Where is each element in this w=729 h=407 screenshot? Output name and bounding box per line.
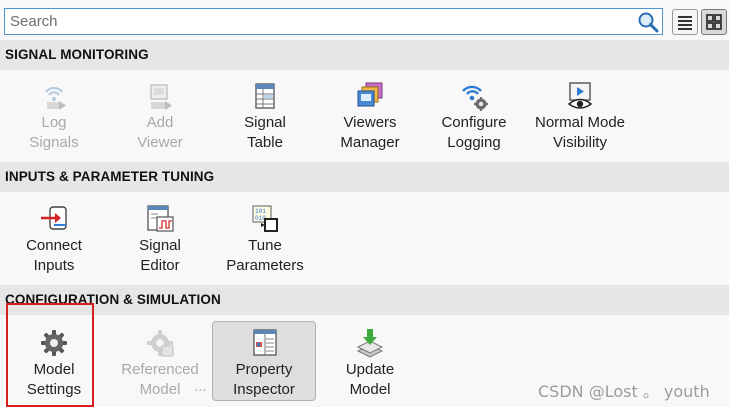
signal-table-icon (255, 83, 275, 109)
grid-view-icon (706, 14, 722, 30)
referenced-model-button[interactable]: Referenced Model (108, 327, 212, 407)
section-header-inputs-parameter-tuning: INPUTS & PARAMETER TUNING (0, 162, 729, 192)
more-indicator: ... (194, 378, 207, 395)
update-model-icon (356, 329, 384, 358)
viewers-manager-button[interactable]: Viewers Manager (318, 80, 422, 164)
signal-editor-icon (147, 205, 174, 232)
grid-view-button[interactable] (701, 9, 727, 35)
add-viewer-button[interactable]: Add Viewer (108, 80, 212, 164)
property-inspector-icon (253, 329, 277, 356)
normal-mode-visibility-button[interactable]: Normal Mode Visibility (528, 80, 632, 164)
configure-logging-button[interactable]: Configure Logging (422, 80, 526, 164)
update-model-label: Update Model (345, 361, 395, 398)
section-header-configuration-simulation: CONFIGURATION & SIMULATION (0, 285, 729, 315)
list-view-icon (678, 16, 692, 30)
viewers-manager-icon (357, 82, 383, 107)
log-signals-button[interactable]: Log Signals (2, 80, 106, 164)
top-bar (0, 0, 729, 42)
log-signals-icon (45, 86, 66, 110)
list-view-button[interactable] (672, 9, 698, 35)
referenced-model-icon (147, 330, 174, 357)
connect-inputs-button[interactable]: Connect Inputs (2, 203, 106, 287)
tune-parameters-button[interactable]: 101 010 Tune Parameters (213, 203, 317, 287)
update-model-button[interactable]: Update Model (318, 327, 422, 407)
search-icon[interactable] (637, 11, 659, 33)
svg-text:101: 101 (255, 208, 266, 215)
search-box[interactable] (4, 8, 663, 35)
normal-mode-visibility-label: Normal Mode Visibility (534, 114, 626, 151)
property-inspector-button[interactable]: Property Inspector (212, 321, 316, 401)
watermark: CSDN @Lost 。 youth (538, 382, 710, 401)
search-input[interactable] (5, 9, 635, 34)
add-viewer-icon (150, 84, 172, 110)
signal-editor-button[interactable]: Signal Editor (108, 203, 212, 287)
highlight-box (6, 303, 94, 407)
normal-mode-visibility-icon (567, 82, 593, 109)
section-header-signal-monitoring: SIGNAL MONITORING (0, 40, 729, 70)
signal-table-button[interactable]: Signal Table (213, 80, 317, 164)
connect-inputs-icon (41, 206, 67, 230)
tune-parameters-label: Tune Parameters (226, 237, 304, 274)
tune-parameters-icon: 101 010 (252, 205, 278, 232)
configure-logging-icon (462, 85, 488, 111)
